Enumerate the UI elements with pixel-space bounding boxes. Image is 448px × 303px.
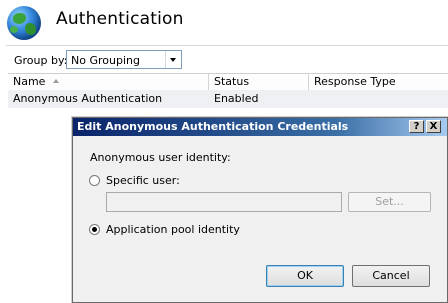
identity-label: Anonymous user identity: — [90, 151, 231, 164]
close-button[interactable]: X — [426, 120, 441, 133]
row-name: Anonymous Authentication — [13, 92, 163, 105]
application-pool-identity-radio[interactable] — [89, 224, 100, 235]
application-pool-identity-label[interactable]: Application pool identity — [106, 223, 240, 236]
set-button: Set... — [348, 192, 431, 212]
edit-anonymous-auth-dialog: Edit Anonymous Authentication Credential… — [72, 117, 448, 303]
specific-user-field — [106, 192, 342, 212]
specific-user-radio[interactable] — [89, 175, 100, 186]
divider — [6, 45, 448, 46]
column-header-response-type[interactable]: Response Type — [309, 74, 448, 90]
specific-user-label[interactable]: Specific user: — [106, 174, 180, 187]
globe-icon — [7, 6, 41, 40]
dialog-title: Edit Anonymous Authentication Credential… — [77, 120, 349, 133]
dialog-title-bar[interactable]: Edit Anonymous Authentication Credential… — [73, 118, 447, 136]
page-title: Authentication — [56, 9, 184, 29]
column-header-name[interactable]: Name — [8, 74, 209, 90]
ok-button[interactable]: OK — [266, 265, 344, 287]
cancel-button[interactable]: Cancel — [352, 265, 430, 287]
table-row[interactable]: Anonymous Authentication Enabled — [8, 90, 448, 108]
row-status: Enabled — [214, 92, 259, 105]
chevron-down-icon[interactable] — [165, 51, 181, 68]
help-button[interactable]: ? — [409, 120, 424, 133]
list-header: Name Status Response Type — [8, 73, 448, 91]
group-by-value: No Grouping — [71, 54, 140, 67]
group-by-dropdown[interactable]: No Grouping — [66, 50, 182, 69]
group-by-label: Group by: — [14, 54, 68, 67]
column-header-status[interactable]: Status — [209, 74, 309, 90]
sort-ascending-icon — [53, 79, 60, 83]
column-header-name-label: Name — [13, 75, 46, 88]
